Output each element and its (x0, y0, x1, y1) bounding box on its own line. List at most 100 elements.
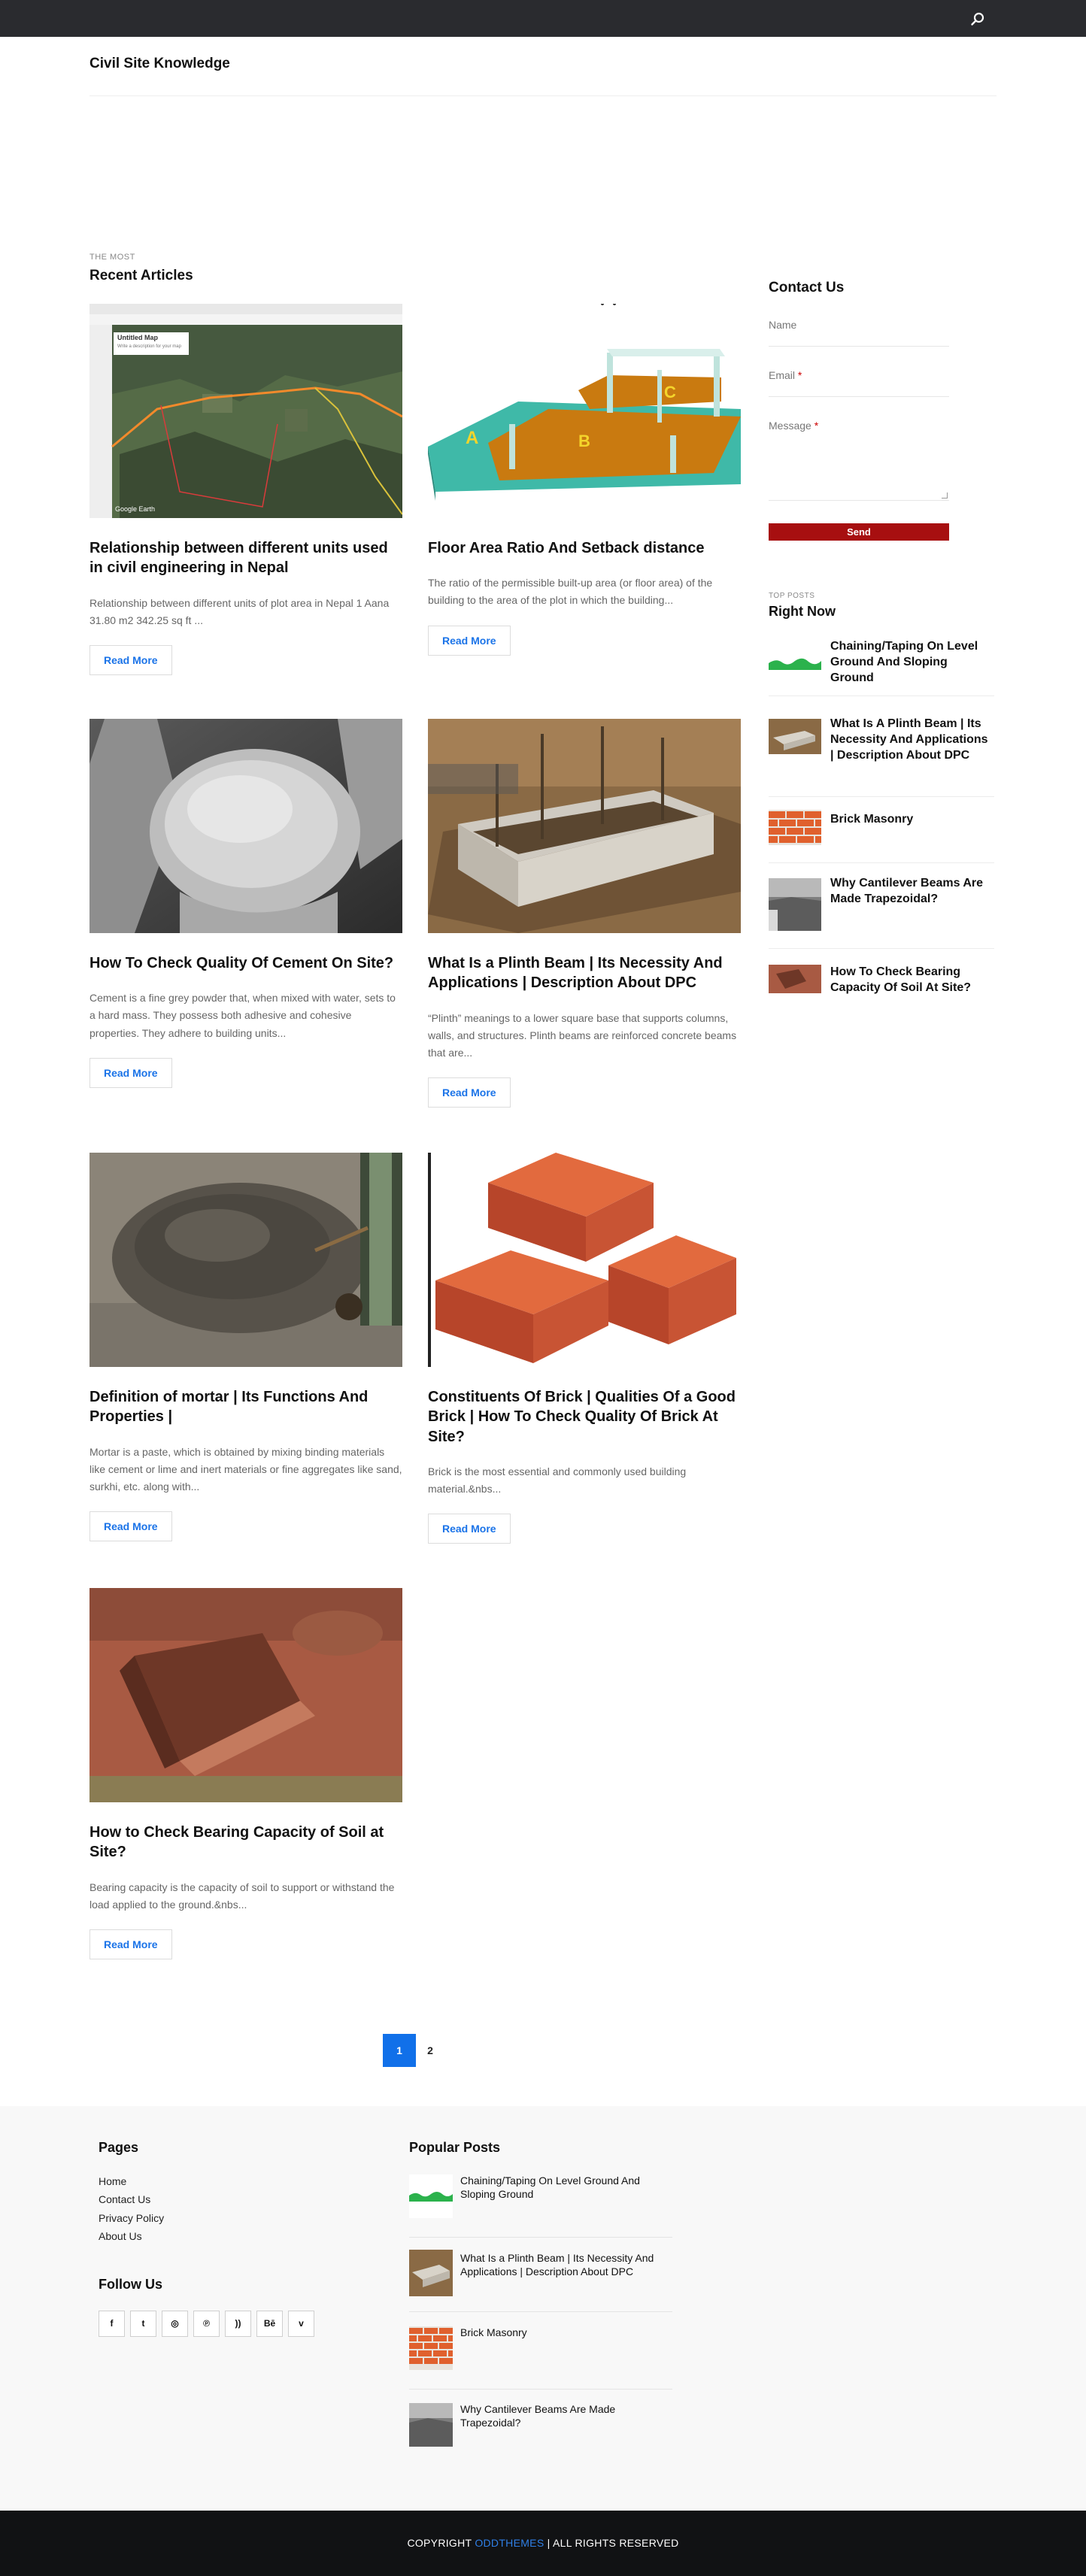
twitter-icon[interactable]: t (130, 2311, 156, 2337)
article-title[interactable]: What Is a Plinth Beam | Its Necessity An… (428, 953, 741, 993)
follow-us-title: Follow Us (99, 2277, 162, 2292)
article-excerpt: Cement is a fine grey powder that, when … (89, 992, 396, 1039)
top-post-title[interactable]: Why Cantilever Beams Are Made Trapezoida… (830, 876, 994, 908)
instagram-icon[interactable]: ◎ (162, 2311, 188, 2337)
top-post-title[interactable]: How To Check Bearing Capacity Of Soil At… (830, 965, 994, 996)
pinterest-icon[interactable]: ℗ (193, 2311, 220, 2337)
copyright-prefix: COPYRIGHT (407, 2537, 475, 2549)
article-title[interactable]: Relationship between different units use… (89, 538, 402, 578)
facebook-icon[interactable]: f (99, 2311, 125, 2337)
diagram-label-c: C (664, 383, 676, 402)
cement-hands-image[interactable] (89, 719, 402, 933)
article-title[interactable]: How to Check Bearing Capacity of Soil at… (89, 1823, 402, 1862)
article-excerpt: “Plinth” meanings to a lower square base… (428, 1011, 737, 1059)
copyright-brand-link[interactable]: ODDTHEMES (475, 2537, 544, 2549)
email-label: Email * (769, 369, 802, 381)
top-post-thumb[interactable] (769, 644, 821, 680)
popular-post-thumb[interactable] (409, 2403, 453, 2447)
article-card: How To Check Quality Of Cement On Site? … (89, 719, 402, 1088)
article-title[interactable]: Floor Area Ratio And Setback distance (428, 538, 741, 558)
article-card: How to Check Bearing Capacity of Soil at… (89, 1588, 402, 1959)
email-field[interactable] (769, 396, 949, 397)
footer-link-contact[interactable]: Contact Us (99, 2193, 150, 2205)
top-post-thumb[interactable] (769, 719, 821, 754)
read-more-button[interactable]: Read More (428, 625, 511, 656)
divider (769, 862, 994, 863)
article-card: Definition of mortar | Its Functions And… (89, 1153, 402, 1542)
footer (0, 2106, 1086, 2511)
read-more-button[interactable]: Read More (428, 1077, 511, 1108)
popular-post-thumb[interactable] (409, 2326, 453, 2370)
send-button[interactable]: Send (769, 523, 949, 541)
top-bar (0, 0, 1086, 37)
search-icon[interactable] (969, 10, 987, 28)
footer-link-home[interactable]: Home (99, 2175, 126, 2187)
contact-title: Contact Us (769, 280, 845, 295)
read-more-button[interactable]: Read More (89, 1929, 172, 1959)
name-field[interactable] (769, 346, 949, 347)
rss-icon[interactable]: )) (225, 2311, 251, 2337)
vimeo-icon[interactable]: v (288, 2311, 314, 2337)
soil-pit-image[interactable] (89, 1588, 402, 1802)
footer-pages-title: Pages (99, 2140, 139, 2155)
page-1-button[interactable]: 1 (383, 2034, 416, 2067)
article-excerpt: Brick is the most essential and commonly… (428, 1465, 687, 1496)
divider (769, 796, 994, 797)
required-mark: * (814, 420, 819, 432)
copyright-bar: COPYRIGHT ODDTHEMES | ALL RIGHTS RESERVE… (0, 2511, 1086, 2576)
divider (409, 2237, 672, 2238)
resize-grip-icon[interactable] (942, 492, 948, 499)
satellite-map-image[interactable]: Untitled Map Write a description for you… (89, 304, 402, 518)
top-posts-kicker: Top Posts (769, 592, 815, 600)
message-label: Message * (769, 420, 818, 432)
page-2-button[interactable]: 2 (414, 2034, 447, 2067)
plinth-beam-image[interactable] (428, 719, 741, 933)
map-title: Untitled Map (117, 334, 158, 341)
top-post-thumb[interactable] (769, 965, 821, 993)
top-posts-title: Right Now (769, 604, 836, 619)
section-kicker: The Most (89, 253, 135, 262)
message-label-text: Message (769, 420, 811, 432)
header-divider (89, 95, 997, 96)
article-title[interactable]: How To Check Quality Of Cement On Site? (89, 953, 402, 973)
divider (769, 948, 994, 949)
footer-link-privacy[interactable]: Privacy Policy (99, 2212, 164, 2224)
mortar-image[interactable] (89, 1153, 402, 1367)
diagram-label-b: B (578, 432, 590, 450)
popular-posts-title: Popular Posts (409, 2140, 501, 2155)
floor-area-diagram-image[interactable]: A B C (428, 304, 741, 518)
popular-post-title[interactable]: Brick Masonry (460, 2326, 671, 2340)
article-excerpt: Relationship between different units of … (89, 596, 390, 626)
read-more-button[interactable]: Read More (89, 1057, 172, 1088)
article-excerpt: Bearing capacity is the capacity of soil… (89, 1880, 395, 1911)
read-more-button[interactable]: Read More (428, 1514, 511, 1544)
divider (409, 2389, 672, 2390)
article-title[interactable]: Definition of mortar | Its Functions And… (89, 1387, 402, 1427)
popular-post-title[interactable]: What Is a Plinth Beam | Its Necessity An… (460, 2252, 671, 2278)
article-card: What Is a Plinth Beam | Its Necessity An… (428, 719, 741, 1108)
article-card: Constituents Of Brick | Qualities Of a G… (428, 1153, 741, 1544)
popular-post-thumb[interactable] (409, 2174, 453, 2218)
popular-post-title[interactable]: Chaining/Taping On Level Ground And Slop… (460, 2174, 671, 2201)
article-card: A B C Floor Area Ratio And Setback dista… (428, 304, 741, 656)
divider (409, 2311, 672, 2312)
top-post-thumb[interactable] (769, 878, 821, 931)
section-title: Recent Articles (89, 268, 193, 283)
diagram-label-a: A (466, 428, 479, 448)
footer-link-about[interactable]: About Us (99, 2230, 142, 2242)
top-post-title[interactable]: What Is A Plinth Beam | Its Necessity An… (830, 717, 994, 763)
popular-post-thumb[interactable] (409, 2250, 453, 2296)
read-more-button[interactable]: Read More (89, 1511, 172, 1542)
article-card: Untitled Map Write a description for you… (89, 304, 402, 675)
article-excerpt: The ratio of the permissible built-up ar… (428, 577, 713, 607)
top-post-thumb[interactable] (769, 810, 821, 845)
bricks-image[interactable] (428, 1153, 741, 1367)
top-post-title[interactable]: Chaining/Taping On Level Ground And Slop… (830, 639, 994, 686)
article-title[interactable]: Constituents Of Brick | Qualities Of a G… (428, 1387, 741, 1447)
popular-post-title[interactable]: Why Cantilever Beams Are Made Trapezoida… (460, 2403, 671, 2429)
behance-icon[interactable]: Bē (256, 2311, 283, 2337)
top-post-title[interactable]: Brick Masonry (830, 812, 994, 828)
message-textarea[interactable] (769, 436, 949, 501)
site-title[interactable]: Civil Site Knowledge (89, 56, 230, 72)
read-more-button[interactable]: Read More (89, 644, 172, 675)
